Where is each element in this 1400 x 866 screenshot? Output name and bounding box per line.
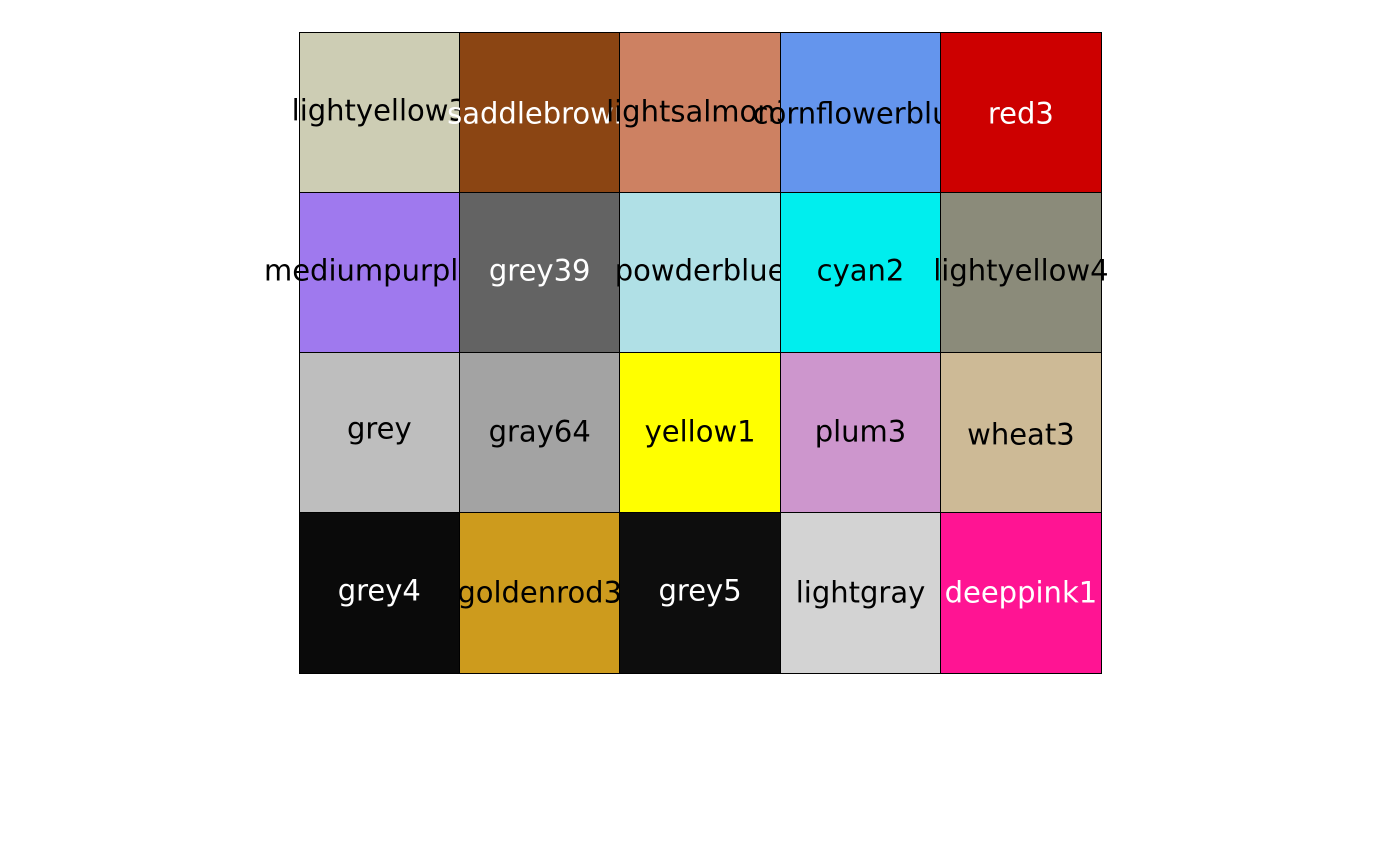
- swatch-gray64: gray64: [458, 352, 621, 514]
- swatch-label: gray64: [488, 414, 591, 448]
- swatch-label: plum3: [814, 414, 907, 448]
- swatch-cyan2: cyan2: [779, 191, 942, 354]
- swatch-label: grey5: [658, 573, 742, 607]
- swatch-deeppink1: deeppink1: [940, 512, 1102, 674]
- color-swatch-figure: lightyellow3 saddlebrown lightsalmon3 cornf…: [0, 0, 1400, 866]
- swatch-label: lightgray: [795, 575, 926, 609]
- swatch-label: cyan2: [816, 253, 905, 287]
- swatch-mediumpurple2: mediumpurple2: [264, 191, 495, 354]
- swatch-red3: red3: [940, 31, 1102, 193]
- swatch-label: wheat3: [967, 417, 1075, 451]
- swatch-plum3: plum3: [779, 352, 942, 514]
- swatch-lightyellow3: lightyellow3: [292, 31, 467, 193]
- swatch-cornflowerblue: cornflowerblue: [753, 31, 968, 193]
- swatch-goldenrod3: goldenrod3: [457, 512, 623, 674]
- swatch-saddlebrown: saddlebrown: [447, 31, 632, 193]
- swatch-label: deeppink1: [944, 575, 1098, 609]
- swatch-lightyellow4: lightyellow4: [933, 191, 1109, 354]
- swatch-grey4: grey4: [298, 512, 461, 674]
- swatch-label: red3: [987, 96, 1054, 130]
- swatch-label: lightsalmon3: [606, 94, 795, 128]
- swatch-label: lightyellow4: [933, 253, 1109, 287]
- swatch-label: grey39: [488, 253, 591, 287]
- swatch-yellow1: yellow1: [619, 352, 781, 514]
- swatch-label: grey: [346, 411, 412, 445]
- swatch-powderblue: powderblue: [615, 191, 785, 354]
- swatch-label: yellow1: [644, 414, 756, 448]
- swatch-grey5: grey5: [619, 512, 781, 674]
- swatch-lightsalmon3: lightsalmon3: [606, 31, 794, 193]
- swatch-grid: lightyellow3 saddlebrown lightsalmon3 cornf…: [264, 31, 1109, 674]
- swatch-label: grey4: [337, 573, 421, 607]
- swatch-wheat3: wheat3: [940, 352, 1102, 514]
- swatch-label: saddlebrown: [447, 96, 633, 130]
- swatch-grey39: grey39: [458, 191, 621, 354]
- swatch-label: lightyellow3: [291, 93, 467, 127]
- swatch-grey: grey: [298, 352, 461, 514]
- swatch-label: goldenrod3: [457, 575, 623, 609]
- swatch-lightgray: lightgray: [779, 512, 942, 674]
- swatch-label: cornflowerblue: [752, 96, 969, 130]
- swatch-label: powderblue: [614, 253, 786, 287]
